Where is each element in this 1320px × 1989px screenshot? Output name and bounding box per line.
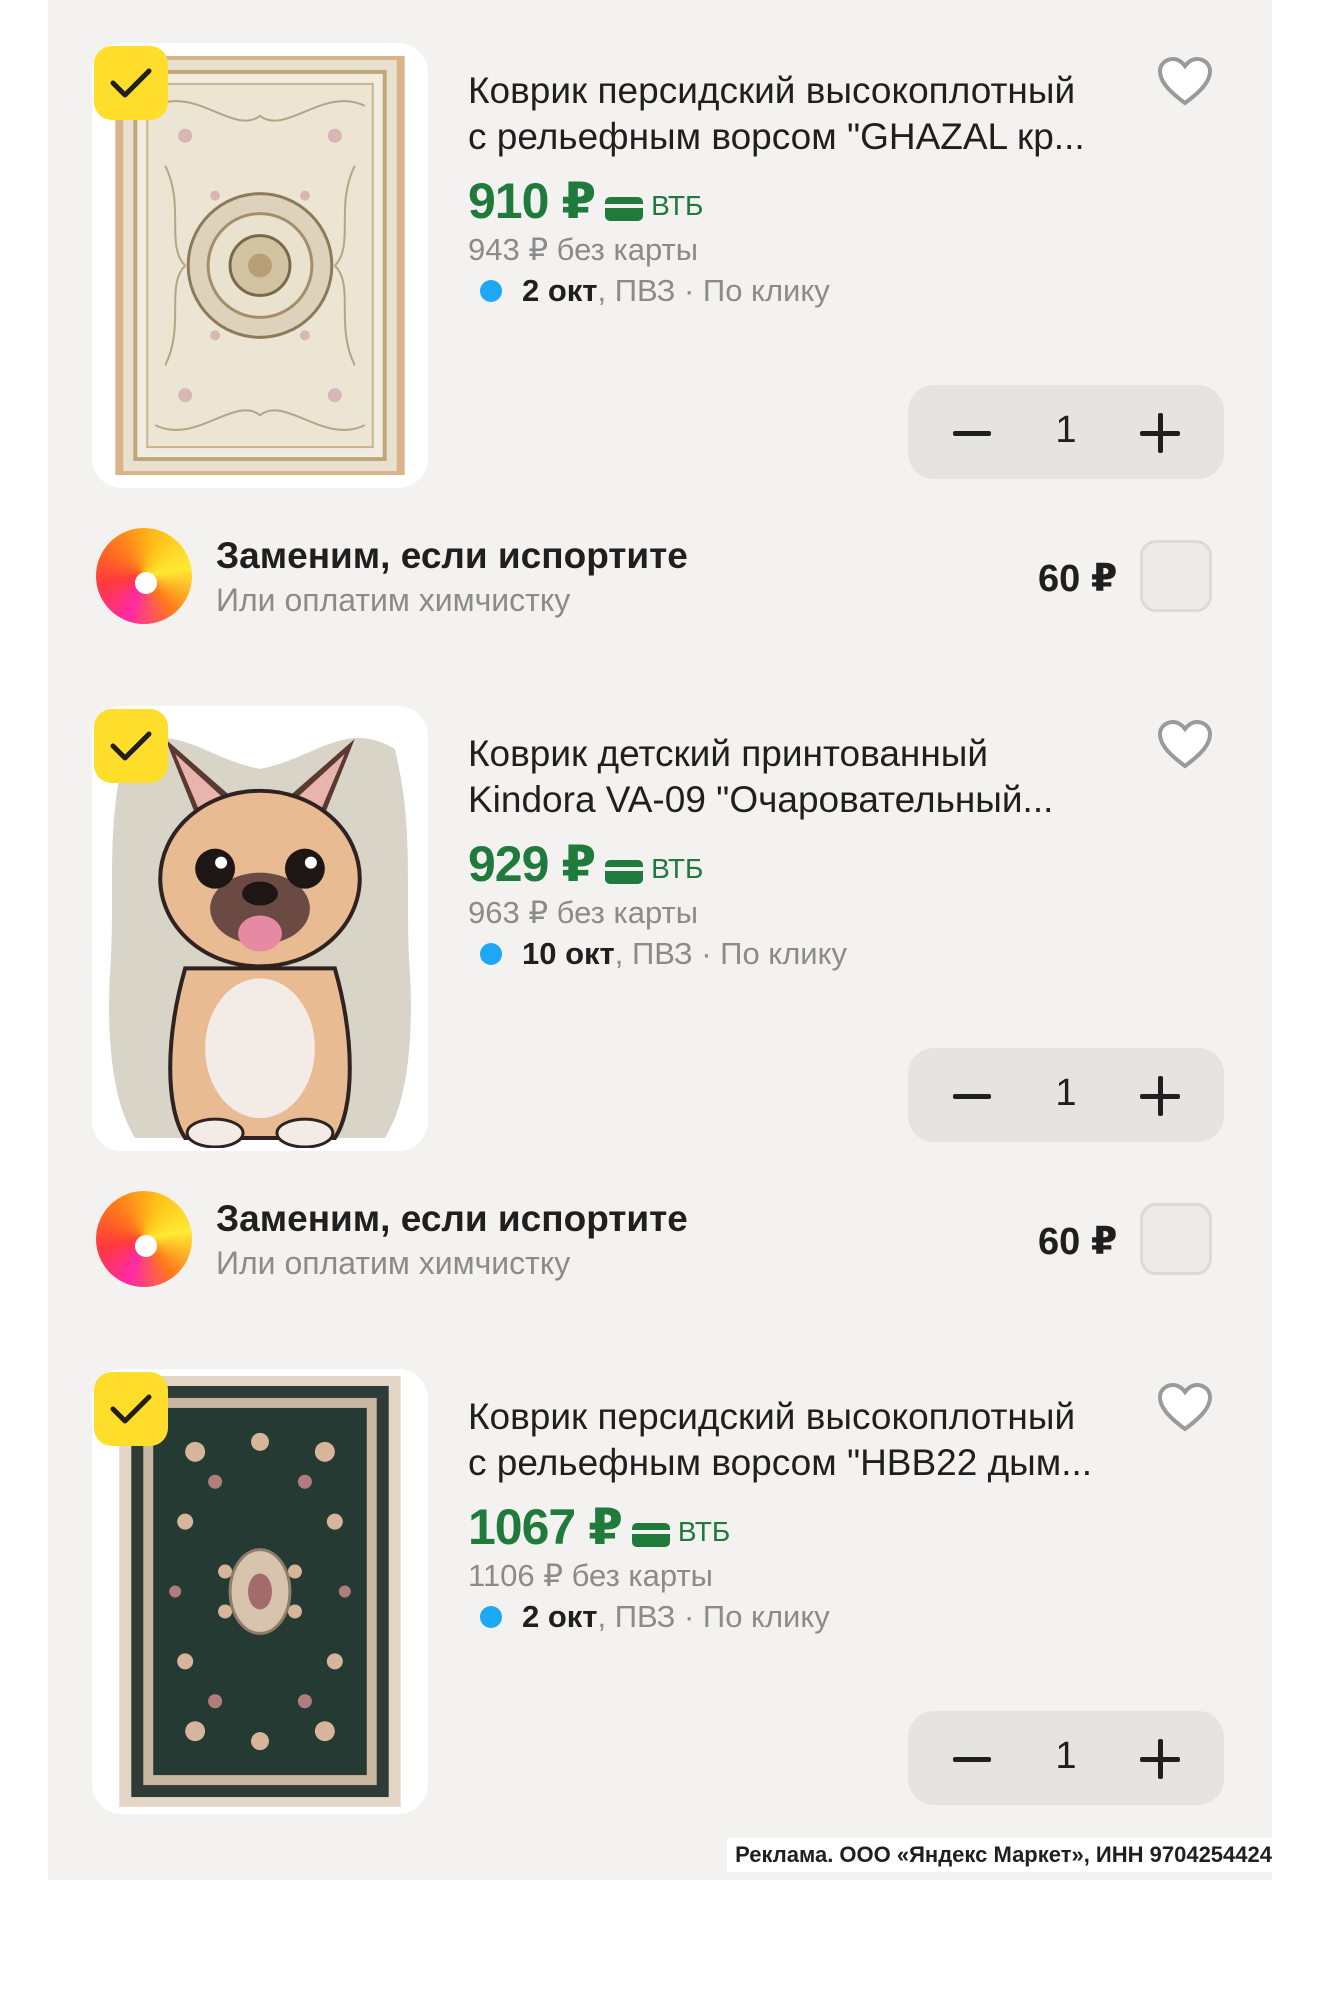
checkmark-icon [110, 68, 152, 98]
product-title-line1: Коврик детский принтованный [468, 733, 989, 774]
delivery-info: 2 окт , ПВЗ · По клику [468, 1599, 830, 1635]
increase-button[interactable] [1132, 1731, 1188, 1787]
increase-button[interactable] [1132, 1068, 1188, 1124]
service-price: 60 ₽ [1038, 558, 1118, 600]
service-price: 60 ₽ [1038, 1221, 1118, 1263]
delivery-date: 2 окт [522, 1599, 598, 1634]
product-title[interactable]: Коврик персидский высокоплотный с рельеф… [468, 68, 1158, 160]
price-without-card: 1106 ₽ без карты [468, 1558, 713, 1593]
heart-icon [1157, 1382, 1213, 1432]
favorite-button[interactable] [1156, 56, 1216, 108]
bank-badge: ВТБ [605, 853, 703, 885]
price-row: 910 ₽ ВТБ [468, 172, 703, 232]
card-price: 1067 ₽ [468, 1499, 623, 1555]
delivery-method: , ПВЗ · По клику [597, 273, 830, 308]
bank-card-icon [605, 197, 644, 221]
delivery-method: , ПВЗ · По клику [597, 1599, 830, 1634]
delivery-dot-icon [480, 280, 502, 302]
bank-badge: ВТБ [631, 1516, 731, 1548]
bank-card-icon [605, 860, 644, 884]
product-title-line2: с рельефным ворсом "GHAZAL кр... [468, 116, 1085, 157]
service-title: Заменим, если испортите [216, 1198, 688, 1239]
service-checkbox[interactable] [1140, 1203, 1212, 1275]
bank-card-icon [631, 1523, 670, 1547]
service-subtitle: Или оплатим химчистку [216, 1245, 571, 1281]
quantity-stepper: 1 [908, 385, 1224, 479]
price-row: 1067 ₽ ВТБ [468, 1498, 730, 1558]
delivery-info: 10 окт , ПВЗ · По клику [468, 936, 847, 972]
cart-item: Коврик детский принтованный Kindora VA-0… [48, 663, 1272, 1326]
quantity-stepper: 1 [908, 1048, 1224, 1142]
delivery-dot-icon [480, 1606, 502, 1628]
service-checkbox[interactable] [1140, 540, 1212, 612]
service-title: Заменим, если испортите [216, 535, 688, 576]
bank-name: ВТБ [677, 1516, 731, 1547]
service-logo-icon [96, 528, 192, 624]
plus-icon [1140, 1076, 1180, 1116]
product-title-line1: Коврик персидский высокоплотный [468, 1396, 1076, 1437]
increase-button[interactable] [1132, 405, 1188, 461]
plus-icon [1140, 1739, 1180, 1779]
product-title[interactable]: Коврик персидский высокоплотный с рельеф… [468, 1394, 1158, 1486]
cart-panel: Коврик персидский высокоплотный с рельеф… [48, 0, 1272, 1880]
price-row: 929 ₽ ВТБ [468, 835, 703, 895]
favorite-button[interactable] [1156, 719, 1216, 771]
bank-badge: ВТБ [605, 190, 703, 222]
cart-item: Коврик персидский высокоплотный с рельеф… [48, 0, 1272, 663]
heart-icon [1157, 719, 1213, 769]
checkmark-icon [110, 731, 152, 761]
price-without-card: 943 ₽ без карты [468, 232, 698, 267]
delivery-date: 10 окт [522, 936, 615, 971]
product-title[interactable]: Коврик детский принтованный Kindora VA-0… [468, 731, 1158, 823]
cart-item: Коврик персидский высокоплотный с рельеф… [48, 1326, 1272, 1989]
bank-name: ВТБ [651, 853, 704, 884]
quantity-stepper: 1 [908, 1711, 1224, 1805]
delivery-method: , ПВЗ · По клику [614, 936, 848, 971]
bank-name: ВТБ [651, 190, 704, 221]
service-logo-icon [96, 1191, 192, 1287]
delivery-date: 2 окт [522, 273, 598, 308]
delivery-dot-icon [480, 943, 502, 965]
product-title-line2: Kindora VA-09 "Очаровательный... [468, 779, 1054, 820]
product-title-line1: Коврик персидский высокоплотный [468, 70, 1076, 111]
ad-disclaimer: Реклама. ООО «Яндекс Маркет», ИНН 970425… [727, 1838, 1280, 1872]
delivery-info: 2 окт , ПВЗ · По клику [468, 273, 830, 309]
card-price: 910 ₽ [468, 173, 596, 229]
select-item-checkbox[interactable] [94, 709, 168, 783]
card-price: 929 ₽ [468, 836, 596, 892]
select-item-checkbox[interactable] [94, 1372, 168, 1446]
select-item-checkbox[interactable] [94, 46, 168, 120]
heart-icon [1157, 56, 1213, 106]
price-without-card: 963 ₽ без карты [468, 895, 698, 930]
product-title-line2: с рельефным ворсом "HBB22 дым... [468, 1442, 1093, 1483]
plus-icon [1140, 413, 1180, 453]
checkmark-icon [110, 1394, 152, 1424]
favorite-button[interactable] [1156, 1382, 1216, 1434]
service-subtitle: Или оплатим химчистку [216, 582, 571, 618]
